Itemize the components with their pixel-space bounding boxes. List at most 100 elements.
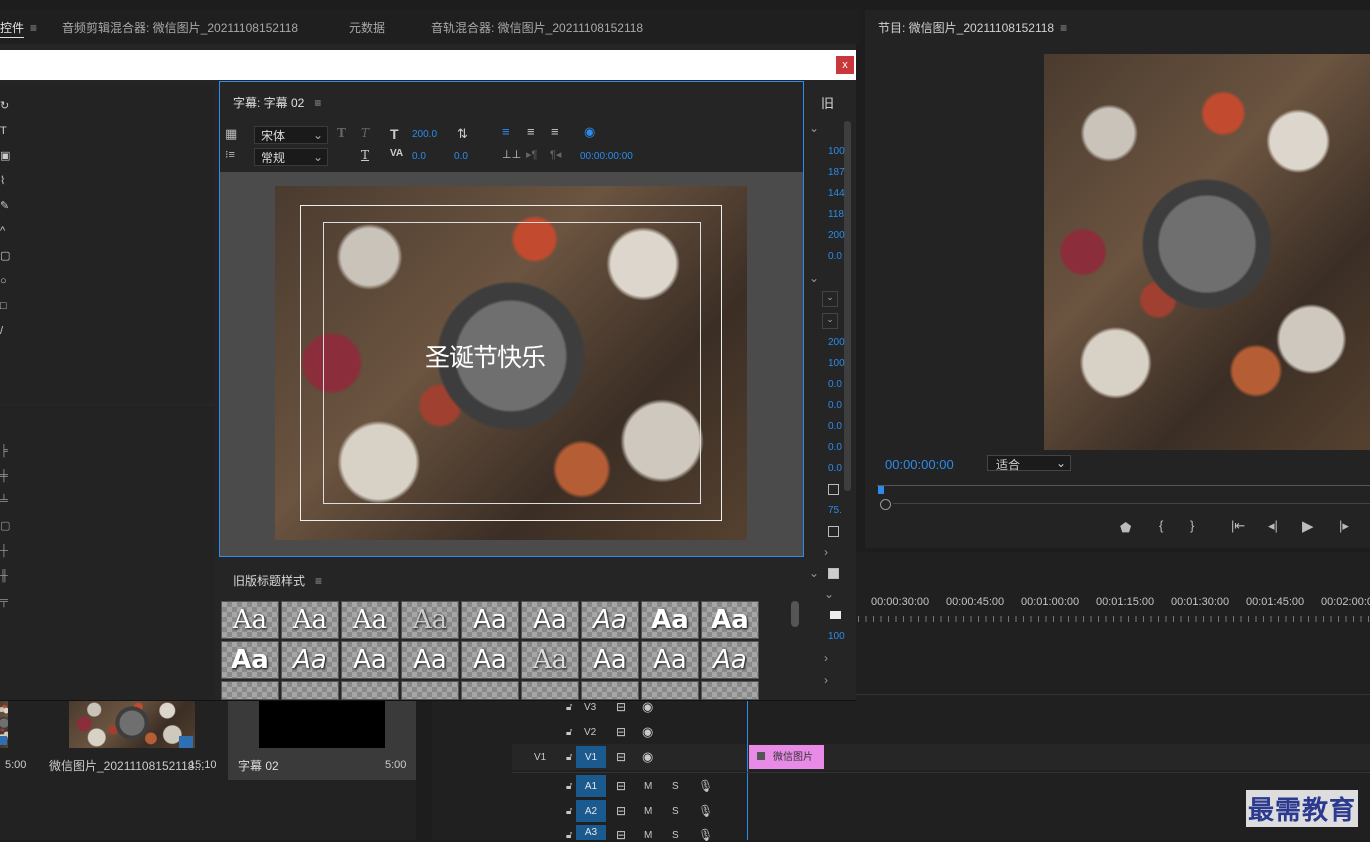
rounded-rect-tool-icon[interactable]: □ (0, 294, 10, 319)
thumbnail-image[interactable] (69, 700, 195, 748)
chevron-down-icon[interactable]: ⌄ (809, 121, 819, 135)
fit-dropdown[interactable]: 适合 ⌄ (987, 455, 1071, 472)
mark-in-icon[interactable]: { (1159, 518, 1163, 533)
property-value[interactable]: 0.0 (828, 379, 842, 390)
solo-button[interactable]: S (672, 830, 679, 841)
italic-icon[interactable]: T (361, 126, 369, 140)
property-value[interactable]: 144 (828, 188, 845, 199)
font-size-value[interactable]: 200.0 (412, 129, 437, 140)
sync-lock-icon[interactable]: ⊟ (616, 700, 626, 714)
tab-audio-track-mixer[interactable]: 音轨混合器: 微信图片_20211108152118 (431, 19, 643, 36)
ellipse-tool-icon[interactable]: ○ (0, 269, 10, 294)
add-marker-icon[interactable]: ⬟ (1120, 520, 1131, 536)
lock-icon[interactable]: 🔓︎ (566, 727, 572, 738)
style-swatch[interactable]: Aa (641, 641, 699, 679)
align-left-text-icon[interactable]: ≡ (502, 124, 510, 139)
step-forward-icon[interactable]: |▸ (1339, 518, 1349, 534)
selected-item[interactable]: 字幕 02 5:00 (228, 700, 416, 780)
chevron-down-icon[interactable]: ⌄ (809, 271, 819, 285)
property-value[interactable]: 0.0 (828, 442, 842, 453)
align-right-text-icon[interactable]: ≡ (551, 124, 559, 139)
eye-icon[interactable]: ◉ (642, 699, 653, 715)
align-center-icon[interactable]: ╪ (0, 464, 10, 489)
lock-icon[interactable]: 🔓︎ (566, 702, 572, 713)
mute-button[interactable]: M (644, 830, 652, 841)
style-swatch[interactable] (281, 681, 339, 700)
property-value[interactable]: 0.0 (828, 251, 842, 262)
style-swatch[interactable]: Aa (221, 601, 279, 639)
background-timecode[interactable]: 00:00:00:00 (580, 151, 633, 162)
mute-button[interactable]: M (644, 806, 652, 817)
path-type-tool-icon[interactable]: ⌇ (0, 169, 10, 194)
track-target-v1[interactable]: V1 (576, 746, 606, 768)
style-swatch[interactable] (461, 681, 519, 700)
mic-icon[interactable]: 🎙︎ (698, 779, 713, 793)
style-swatch[interactable] (401, 681, 459, 700)
track-target-a3[interactable]: A3 (576, 825, 606, 840)
solo-button[interactable]: S (672, 806, 679, 817)
eye-icon[interactable]: ◉ (642, 749, 653, 765)
mute-button[interactable]: M (644, 781, 652, 792)
style-swatch[interactable]: Aa (701, 601, 759, 639)
style-swatch[interactable]: Aa (281, 601, 339, 639)
style-swatch[interactable]: Aa (341, 601, 399, 639)
timeline-clip[interactable]: 微信图片 (749, 745, 824, 769)
fill-checkbox[interactable] (828, 568, 839, 579)
tab-audio-clip-mixer[interactable]: 音频剪辑混合器: 微信图片_20211108152118 (62, 19, 298, 36)
distribute-h-icon[interactable]: ╫ (0, 564, 10, 589)
align-center-text-icon[interactable]: ≡ (527, 124, 535, 139)
track-label-v2[interactable]: V2 (584, 727, 596, 738)
tab-metadata[interactable]: 元数据 (349, 19, 385, 36)
track-target-a1[interactable]: A1 (576, 775, 606, 797)
show-video-icon[interactable]: ◉ (584, 124, 595, 140)
mark-out-icon[interactable]: } (1190, 518, 1194, 533)
properties-heading[interactable]: 旧 (821, 93, 834, 112)
style-swatch[interactable]: Aa (341, 641, 399, 679)
track-label-v3[interactable]: V3 (584, 702, 596, 713)
lock-icon[interactable]: 🔓︎ (566, 830, 572, 841)
property-value[interactable]: 0.0 (828, 463, 842, 474)
caption-text[interactable]: 圣诞节快乐 (425, 338, 546, 374)
style-swatch[interactable]: Aa (401, 641, 459, 679)
sync-lock-icon[interactable]: ⊟ (616, 725, 626, 739)
style-swatch[interactable]: Aa (461, 601, 519, 639)
item-name[interactable]: 微信图片_20211108152118... (49, 757, 204, 774)
font-family-select[interactable]: 宋体 ⌄ (254, 126, 328, 144)
property-value[interactable]: 100 (828, 146, 845, 157)
sync-lock-icon[interactable]: ⊟ (616, 804, 626, 818)
anchor-tool-icon[interactable]: ^ (0, 219, 10, 244)
style-swatch[interactable]: Aa (401, 601, 459, 639)
style-swatch[interactable]: Aa (581, 601, 639, 639)
tab-effect-controls[interactable]: 控件 ≡ (0, 19, 37, 38)
style-swatch[interactable] (341, 681, 399, 700)
styles-scrollbar[interactable] (791, 601, 799, 627)
style-swatch[interactable] (521, 681, 579, 700)
play-icon[interactable]: ▶ (1302, 517, 1314, 535)
style-swatch[interactable] (701, 681, 759, 700)
rotation-tool-icon[interactable]: ↻ (0, 94, 10, 119)
zoom-bar[interactable] (893, 503, 1370, 504)
chevron-right-icon[interactable]: › (824, 651, 828, 665)
style-swatch[interactable]: Aa (581, 641, 639, 679)
zoom-handle[interactable] (880, 499, 891, 510)
sync-lock-icon[interactable]: ⊟ (616, 750, 626, 764)
style-swatch[interactable] (641, 681, 699, 700)
timeline-ruler[interactable]: 00:00:30:00 00:00:45:00 00:01:00:00 00:0… (858, 590, 1370, 630)
property-value[interactable]: 0.0 (828, 400, 842, 411)
kerning-value[interactable]: 0.0 (412, 151, 426, 162)
chevron-down-icon[interactable]: ⌄ (824, 587, 834, 601)
chevron-right-icon[interactable]: › (824, 673, 828, 687)
style-swatch[interactable]: Aa (641, 601, 699, 639)
tab-icon[interactable]: ⊥⊥ (502, 148, 521, 161)
style-swatch[interactable]: Aa (521, 641, 579, 679)
rectangle-tool-icon[interactable]: ▢ (0, 244, 10, 269)
step-back-icon[interactable]: ◂| (1268, 518, 1278, 534)
program-monitor-title[interactable]: 节目: 微信图片_20211108152118 ≡ (878, 19, 1067, 36)
font-style-select[interactable]: 常规 ⌄ (254, 148, 328, 166)
dropdown-chevron-icon[interactable]: ⌄ (822, 291, 838, 307)
property-value[interactable]: 200 (828, 337, 845, 348)
area-type-tool-icon[interactable]: ▣ (0, 144, 10, 169)
property-checkbox[interactable] (828, 484, 839, 495)
solo-button[interactable]: S (672, 781, 679, 792)
distribute-icon[interactable]: ┼ (0, 539, 10, 564)
